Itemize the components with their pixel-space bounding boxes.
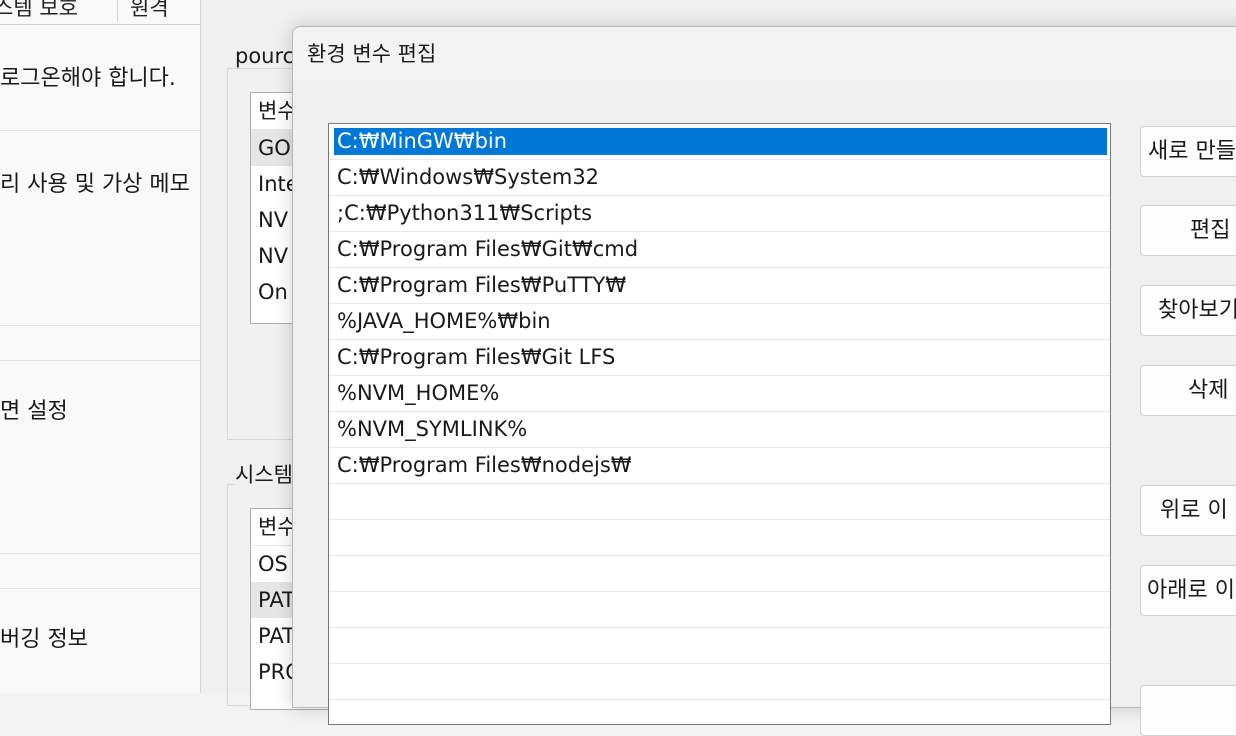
path-list-item-text: C:₩Program Files₩Git₩cmd [337,237,639,261]
dialog-title: 환경 변수 편집 [307,42,437,66]
browse-button-label: 찾아보기 [1158,298,1236,323]
path-list-item[interactable]: ;C:₩Python311₩Scripts [329,196,1110,232]
path-list-item-text: %NVM_SYMLINK% [337,417,528,441]
divider [0,588,200,589]
divider [0,130,200,131]
path-list-item[interactable]: C:₩Program Files₩Git LFS [329,340,1110,376]
move-down-button-label: 아래로 이 [1147,578,1235,603]
path-list-empty-row[interactable] [329,664,1110,700]
path-list-item-text: ;C:₩Python311₩Scripts [337,201,593,225]
user-variables-label: pourc [235,44,299,68]
delete-button-label: 삭제 [1188,378,1229,403]
path-list-item[interactable]: %NVM_SYMLINK% [329,412,1110,448]
path-list-item[interactable]: C:₩Program Files₩PuTTY₩ [329,268,1110,304]
path-list-empty-row[interactable] [329,484,1110,520]
path-list[interactable]: C:₩MinGW₩bin C:₩Windows₩System32 ;C:₩Pytho… [328,123,1111,725]
path-list-item-text: C:₩Windows₩System32 [337,165,600,189]
path-list-item[interactable]: C:₩Program Files₩Git₩cmd [329,232,1110,268]
system-properties-tabs: 스템 보호 원격 [0,0,200,25]
path-list-item-text: C:₩MinGW₩bin [334,128,1107,155]
performance-section-text: 리 사용 및 가상 메모 [0,172,190,197]
move-down-button[interactable]: 아래로 이 [1140,565,1236,616]
tab-system-protection[interactable]: 스템 보호 [0,0,78,22]
delete-button[interactable]: 삭제 [1140,365,1236,416]
system-variables-label: 시스템 [235,459,297,489]
path-list-item[interactable]: C:₩MinGW₩bin [329,124,1110,160]
system-properties-window: 스템 보호 원격 로그온해야 합니다. 리 사용 및 가상 메모 면 설정 버깅… [0,0,201,693]
new-button-label: 새로 만들 [1148,139,1236,164]
path-list-item[interactable]: C:₩Windows₩System32 [329,160,1110,196]
path-list-item-text: C:₩Program Files₩Git LFS [337,345,616,369]
logon-notice-text: 로그온해야 합니다. [0,66,176,91]
new-button[interactable]: 새로 만들 [1140,126,1236,177]
path-list-item[interactable]: C:₩Program Files₩nodejs₩ [329,448,1110,484]
path-list-empty-row[interactable] [329,556,1110,592]
browse-button[interactable]: 찾아보기 [1140,285,1236,336]
path-list-empty-row[interactable] [329,628,1110,664]
path-list-item[interactable]: %NVM_HOME% [329,376,1110,412]
path-list-empty-row[interactable] [329,592,1110,628]
tab-remote[interactable]: 원격 [117,0,169,22]
path-list-item-text: C:₩Program Files₩nodejs₩ [337,453,632,477]
debug-info-text: 버깅 정보 [0,627,88,652]
path-list-item-text: C:₩Program Files₩PuTTY₩ [337,273,627,297]
divider [0,360,200,361]
path-list-item-text: %JAVA_HOME%₩bin [337,309,551,333]
path-list-item[interactable]: %JAVA_HOME%₩bin [329,304,1110,340]
path-list-item-text: %NVM_HOME% [337,381,500,405]
profile-settings-text: 면 설정 [0,399,68,424]
move-up-button[interactable]: 위로 이 [1140,485,1236,536]
edit-environment-variable-dialog: 환경 변수 편집 C:₩MinGW₩bin C:₩Windows₩System32… [292,26,1236,736]
edit-button[interactable]: 편집 [1140,205,1236,256]
divider [0,553,200,554]
divider [0,325,200,326]
move-up-button-label: 위로 이 [1160,498,1228,523]
path-list-empty-row[interactable] [329,520,1110,556]
edit-button-label: 편집 [1190,218,1231,243]
dialog-titlebar[interactable]: 환경 변수 편집 [293,27,1236,81]
